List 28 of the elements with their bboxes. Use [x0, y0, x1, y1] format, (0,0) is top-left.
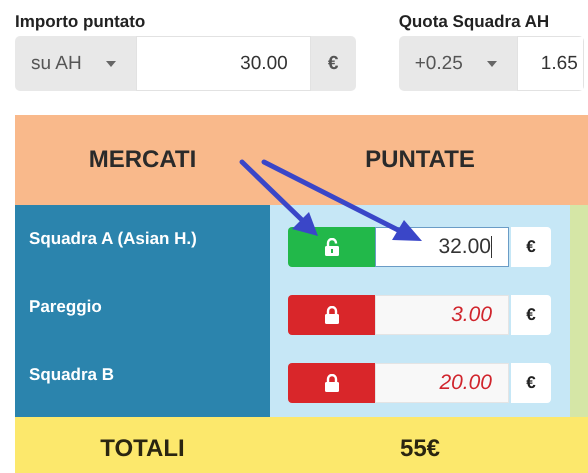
bet-input[interactable]: 20.00	[375, 363, 509, 403]
unit-addon: €	[511, 363, 551, 403]
lock-button[interactable]	[288, 295, 375, 335]
totals-label: TOTALI	[99, 434, 186, 464]
unlocked-lock-icon	[324, 238, 340, 256]
market-label: Pareggio	[28, 296, 103, 318]
caret-icon	[486, 60, 497, 66]
market-label: Squadra A (Asian H.)	[28, 228, 198, 250]
lock-icon	[324, 374, 340, 392]
dropdown[interactable]: su AH	[15, 36, 136, 91]
lock-button[interactable]	[288, 363, 375, 403]
bet-input[interactable]: 32.00	[375, 227, 509, 267]
input-field[interactable]: 1.65	[516, 36, 584, 91]
caret-icon	[106, 60, 116, 66]
field-label: Quota Squadra AH	[398, 12, 550, 32]
bet-input[interactable]: 3.00	[375, 295, 509, 335]
totals-value: 55€	[398, 434, 442, 464]
field-label: Importo puntato	[15, 12, 146, 32]
column-header: MERCATI	[88, 146, 196, 174]
market-label: Squadra B	[28, 364, 116, 386]
lock-icon	[324, 306, 340, 324]
lock-button[interactable]	[288, 227, 375, 267]
unit-addon: €	[310, 36, 356, 91]
unit-addon: €	[511, 227, 551, 267]
input-field[interactable]: 30.00	[136, 36, 311, 91]
unit-addon: €	[511, 295, 551, 335]
column-header: PUNTATE	[365, 146, 475, 174]
dropdown[interactable]: +0.25	[398, 36, 517, 91]
